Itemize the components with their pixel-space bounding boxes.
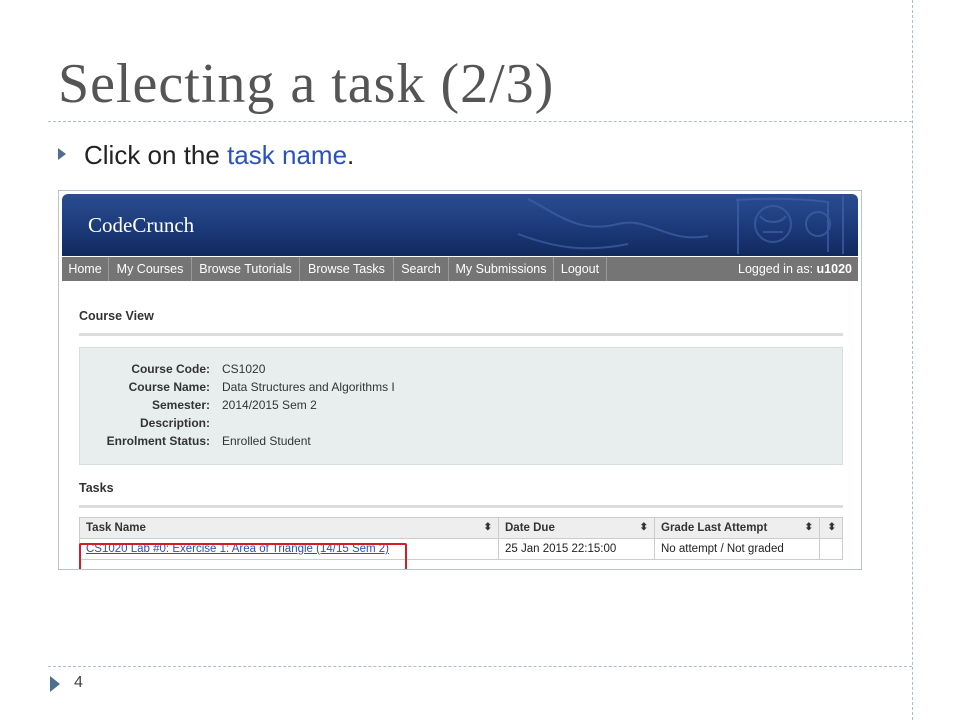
date-due-cell: 25 Jan 2015 22:15:00 [498, 538, 655, 560]
column-header-grade[interactable]: Grade Last Attempt ⬍ [654, 517, 820, 539]
field-label: Course Code: [131, 362, 210, 376]
sort-icon[interactable]: ⬍ [640, 522, 648, 533]
field-value: CS1020 [222, 362, 266, 376]
column-header-extra[interactable]: ⬍ [819, 517, 843, 539]
field-value: 2014/2015 Sem 2 [222, 398, 317, 412]
field-course-code: Course Code: CS1020 [80, 362, 842, 380]
tasks-title: Tasks [79, 481, 114, 495]
column-header-task-name[interactable]: Task Name ⬍ [79, 517, 499, 539]
section-divider [79, 505, 843, 508]
sort-icon[interactable]: ⬍ [805, 522, 813, 533]
bullet-point: Click on the task name. [58, 140, 354, 171]
sort-icon[interactable]: ⬍ [828, 522, 836, 533]
table-header-row: Task Name ⬍ Date Due ⬍ Grade Last Attempt ⬍… [79, 517, 843, 539]
field-description: Description: [80, 416, 842, 434]
login-status: Logged in as: u1020 [738, 257, 852, 281]
title-divider [48, 121, 912, 122]
column-header-label: Task Name [86, 522, 146, 534]
field-enrolment-status: Enrolment Status: Enrolled Student [80, 434, 842, 452]
field-label: Semester: [151, 398, 210, 412]
course-info-panel: Course Code: CS1020 Course Name: Data St… [79, 347, 843, 465]
field-label: Enrolment Status: [106, 434, 210, 448]
empty-cell [819, 538, 843, 560]
field-course-name: Course Name: Data Structures and Algorit… [80, 380, 842, 398]
login-user: u1020 [816, 262, 852, 276]
highlight-box [79, 543, 407, 569]
column-header-date-due[interactable]: Date Due ⬍ [498, 517, 655, 539]
app-logo[interactable]: CodeCrunch [88, 213, 194, 238]
page-number: 4 [74, 674, 83, 691]
field-semester: Semester: 2014/2015 Sem 2 [80, 398, 842, 416]
nav-my-courses[interactable]: My Courses [109, 257, 192, 281]
bullet-suffix: . [347, 140, 355, 170]
bullet-arrow-icon [58, 148, 66, 161]
column-header-label: Date Due [505, 522, 555, 534]
field-label: Description: [139, 416, 210, 430]
sort-icon[interactable]: ⬍ [484, 522, 492, 533]
field-value: Data Structures and Algorithms I [222, 380, 395, 394]
vertical-divider [912, 0, 913, 720]
nav-logout[interactable]: Logout [554, 257, 607, 281]
footer-divider [48, 666, 912, 667]
main-content: Course View Course Code: CS1020 Course N… [59, 281, 861, 569]
login-label: Logged in as: [738, 262, 814, 276]
nav-bar: Home My Courses Browse Tutorials Browse … [62, 257, 858, 281]
nav-home[interactable]: Home [62, 257, 109, 281]
bullet-prefix: Click on the [84, 140, 228, 170]
course-view-title: Course View [79, 309, 154, 323]
app-banner: CodeCrunch [62, 194, 858, 256]
crest-watermark-icon [517, 196, 844, 254]
slide-title: Selecting a task (2/3) [58, 53, 555, 115]
grade-cell: No attempt / Not graded [654, 538, 820, 560]
nav-my-submissions[interactable]: My Submissions [449, 257, 554, 281]
nav-search[interactable]: Search [394, 257, 449, 281]
field-label: Course Name: [128, 380, 210, 394]
field-value: Enrolled Student [222, 434, 311, 448]
column-header-label: Grade Last Attempt [661, 522, 768, 534]
screenshot-frame: CodeCrunch Home My Courses Browse Tutori… [58, 190, 862, 570]
nav-browse-tutorials[interactable]: Browse Tutorials [192, 257, 300, 281]
bullet-highlight: task name [227, 140, 348, 170]
page-arrow-icon [50, 676, 60, 692]
section-divider [79, 333, 843, 336]
nav-browse-tasks[interactable]: Browse Tasks [300, 257, 394, 281]
